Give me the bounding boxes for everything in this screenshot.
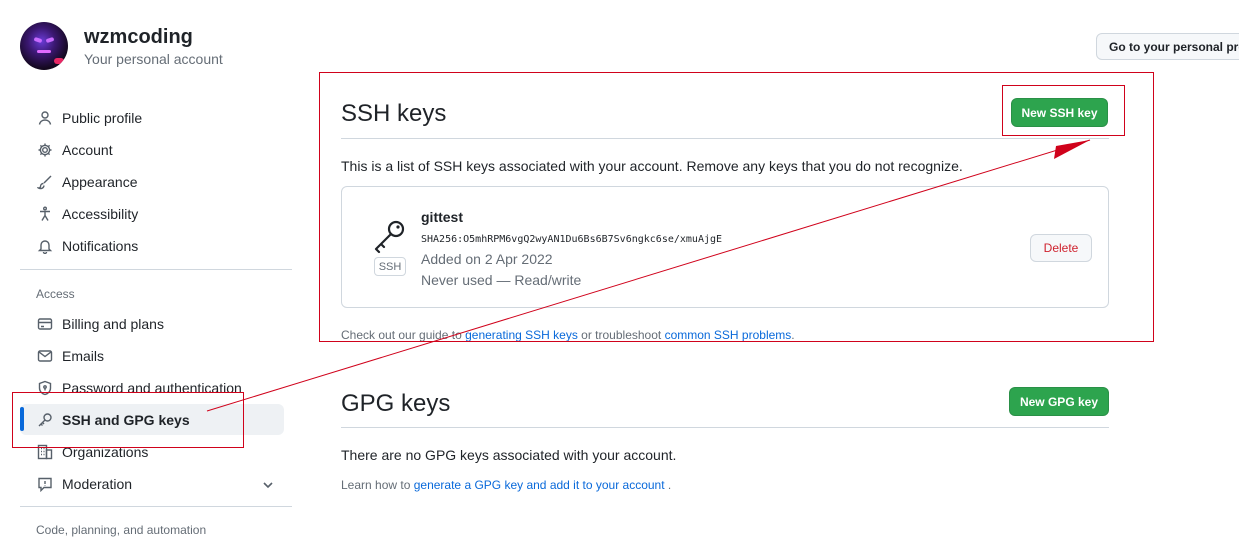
mail-icon [36, 347, 54, 365]
sidebar-item-label: Billing and plans [62, 316, 164, 332]
sidebar-item-moderation[interactable]: Moderation [20, 469, 284, 499]
gpg-keys-title: GPG keys [341, 390, 451, 417]
gpg-learn-note: Learn how to generate a GPG key and add … [341, 478, 671, 492]
sidebar-item-label: Account [62, 142, 113, 158]
sidebar-section-access: Access [36, 287, 75, 301]
sidebar-item-accessibility[interactable]: Accessibility [20, 199, 284, 229]
report-icon [36, 475, 54, 493]
sidebar-item-label: Moderation [62, 476, 133, 492]
accessibility-icon [36, 205, 54, 223]
sidebar-section-code: Code, planning, and automation [36, 523, 207, 537]
sidebar-item-label: Accessibility [62, 206, 139, 222]
annotation-box-sidebar-ssh [12, 392, 244, 448]
paintbrush-icon [36, 173, 54, 191]
account-subtitle: Your personal account [84, 51, 223, 67]
sidebar-item-emails[interactable]: Emails [20, 341, 284, 371]
sidebar-divider [20, 506, 292, 507]
sidebar-item-label: Public profile [62, 110, 143, 126]
new-gpg-key-button[interactable]: New GPG key [1009, 387, 1109, 416]
generate-gpg-key-link[interactable]: generate a GPG key and add it to your ac… [414, 478, 665, 492]
sidebar-item-notifications[interactable]: Notifications [20, 231, 284, 261]
goto-profile-button[interactable]: Go to your personal profile [1096, 33, 1239, 60]
learn-text: . [667, 478, 672, 492]
sidebar-item-label: Notifications [62, 238, 139, 254]
gear-icon [36, 141, 54, 159]
section-divider [341, 427, 1109, 428]
person-icon [36, 109, 54, 127]
credit-card-icon [36, 315, 54, 333]
avatar[interactable] [20, 22, 68, 70]
learn-text: Learn how to [341, 478, 411, 492]
sidebar-item-appearance[interactable]: Appearance [20, 167, 284, 197]
sidebar-divider [20, 269, 292, 270]
sidebar-item-public-profile[interactable]: Public profile [20, 103, 284, 133]
sidebar-item-billing[interactable]: Billing and plans [20, 309, 284, 339]
sidebar-item-label: Emails [62, 348, 105, 364]
sidebar-item-label: Appearance [62, 174, 138, 190]
bell-icon [36, 237, 54, 255]
sidebar-item-account[interactable]: Account [20, 135, 284, 165]
annotation-box-new-ssh-key [1002, 85, 1125, 136]
account-username: wzmcoding [84, 26, 193, 48]
gpg-empty-message: There are no GPG keys associated with yo… [341, 447, 677, 463]
chevron-down-icon[interactable] [260, 477, 276, 493]
